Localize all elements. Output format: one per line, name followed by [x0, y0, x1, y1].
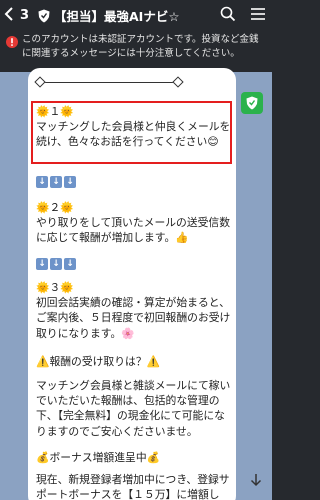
scroll-down-button[interactable]	[246, 470, 266, 490]
menu-icon[interactable]	[250, 6, 266, 22]
down-arrow-icon: ↓	[36, 258, 48, 270]
chat-title: 【担当】最強AIナビ☆	[54, 8, 180, 24]
message-bubble[interactable]: 🌞１🌞 マッチングした会員様と仲良くメールを続け、色々なお話を行ってください😊 …	[28, 68, 236, 500]
down-arrow-icon: ↓	[50, 176, 62, 188]
unread-count[interactable]: 3	[20, 8, 34, 23]
message-1-body: マッチングした会員様と仲良くメールを続け、色々なお話を行ってください😊	[36, 120, 231, 149]
keep-share-button[interactable]	[241, 92, 263, 114]
message-2-heading: 🌞２🌞	[36, 201, 74, 214]
unverified-account-warning: このアカウントは未認証アカウントです。投資など金銭に関連するメッセージには十分注…	[0, 30, 272, 72]
bonus-text: 現在、新規登録者増加中につき、登録サポートボーナスを【１５万】に増額し	[36, 472, 232, 500]
reward-answer-body: マッチング会員様と雑談メールにて稼いでいただいた報酬は、包括的な管理の下、【完全…	[36, 379, 231, 438]
warning-text: このアカウントは未認証アカウントです。投資など金銭に関連するメッセージには十分注…	[22, 34, 259, 59]
chat-area[interactable]: 🌞１🌞 マッチングした会員様と仲良くメールを続け、色々なお話を行ってください😊 …	[0, 68, 272, 500]
reward-question: ⚠️報酬の受け取りは？⚠️	[36, 354, 232, 369]
reward-question-heading: ⚠️報酬の受け取りは？⚠️	[36, 355, 161, 368]
message-2-body: やり取りをして頂いたメールの送受信数に応じて報酬が増加します。👍	[36, 216, 231, 245]
bonus-heading: 💰ボーナス増額進呈中💰	[36, 451, 161, 464]
alert-icon	[6, 36, 18, 53]
message-3: 🌞３🌞 初回会話実績の確認・算定が始まると、ご案内後、５日程度で初回報酬のお受け…	[36, 280, 232, 341]
message-2: 🌞２🌞 やり取りをして頂いたメールの送受信数に応じて報酬が増加します。👍	[36, 200, 232, 246]
down-arrow-icon: ↓	[50, 258, 62, 270]
header-actions	[220, 6, 266, 22]
shield-icon	[38, 8, 50, 23]
decorative-divider	[34, 76, 230, 90]
arrows-1: ↓ ↓ ↓	[36, 176, 232, 188]
search-icon[interactable]	[220, 6, 236, 22]
arrows-2: ↓ ↓ ↓	[36, 258, 232, 270]
message-3-heading: 🌞３🌞	[36, 281, 74, 294]
message-1-heading: 🌞１🌞	[36, 105, 74, 118]
down-arrow-icon: ↓	[64, 258, 76, 270]
bonus-section: 💰ボーナス増額進呈中💰	[36, 450, 232, 465]
down-arrow-icon: ↓	[64, 176, 76, 188]
reward-answer: マッチング会員様と雑談メールにて稼いでいただいた報酬は、包括的な管理の下、【完全…	[36, 378, 232, 439]
chat-header: 3 【担当】最強AIナビ☆	[0, 0, 272, 30]
chevron-left-icon[interactable]	[4, 6, 18, 24]
bonus-body: 現在、新規登録者増加中につき、登録サポートボーナスを【１５万】に増額し	[36, 473, 230, 500]
message-1: 🌞１🌞 マッチングした会員様と仲良くメールを続け、色々なお話を行ってください😊	[36, 104, 232, 150]
message-3-body: 初回会話実績の確認・算定が始まると、ご案内後、５日程度で初回報酬のお受け取りにな…	[36, 296, 231, 340]
down-arrow-icon: ↓	[36, 176, 48, 188]
